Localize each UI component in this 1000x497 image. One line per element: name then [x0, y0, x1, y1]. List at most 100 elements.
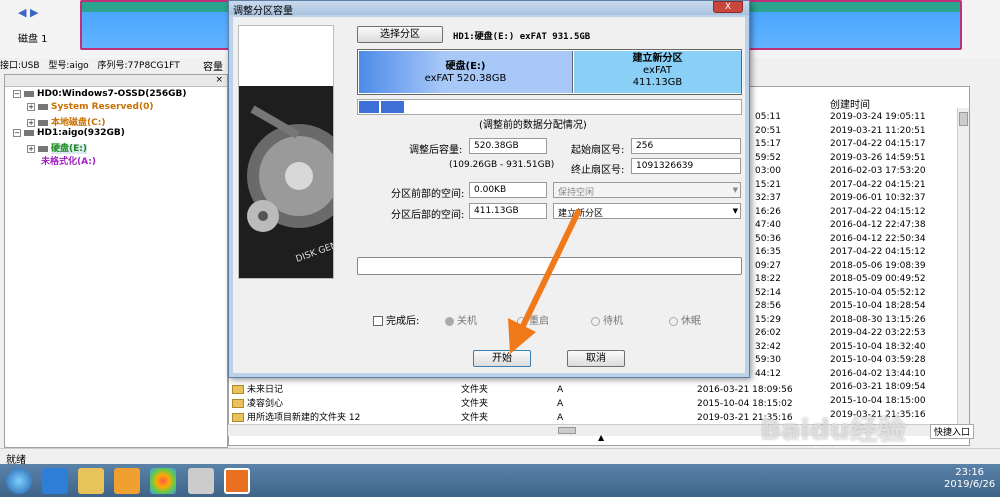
diskgenius-icon[interactable] — [224, 468, 250, 494]
disk-label: 磁盘 1 — [18, 34, 48, 45]
tool-icon[interactable] — [188, 468, 214, 494]
capacity-label: 容量 — [203, 62, 223, 73]
file-ctime: 2016-02-03 17:53:20 — [830, 166, 926, 176]
file-ctime: 2016-04-12 22:47:38 — [830, 220, 926, 230]
partition-layout-bar: 硬盘(E:) exFAT 520.38GB 建立新分区 exFAT 411.13… — [357, 49, 742, 95]
file-ctime: 2019-04-22 03:22:53 — [830, 328, 926, 338]
file-mtime-partial: 16:26 — [755, 206, 781, 217]
list-item[interactable]: 用所选项目新建的文件夹 12 文件夹 A 2019-03-21 21:35:16 — [232, 410, 793, 424]
tree-close-button[interactable]: × — [5, 75, 227, 87]
disk-tree-panel: × − HD0:Windows7-OSSD(256GB) + System Rese… — [4, 74, 228, 448]
expand-icon[interactable]: + — [27, 145, 35, 153]
dialog-title: 调整分区容量 — [229, 1, 749, 17]
dialog-body: DISK GENIUS 选择分区 HD1:硬盘(E:) exFAT 931.5G… — [233, 17, 745, 373]
file-ctime: 2019-03-24 19:05:11 — [830, 112, 926, 122]
radio-shutdown[interactable]: 关机 — [445, 312, 477, 327]
file-mtime-partial: 15:21 — [755, 179, 781, 190]
folder-icon — [232, 385, 244, 394]
file-mtime-partial: 47:40 — [755, 220, 781, 230]
end-sector-field[interactable]: 1091326639 — [631, 158, 741, 174]
file-ctime: 2017-04-22 04:15:12 — [830, 247, 926, 257]
browser-icon[interactable] — [150, 468, 176, 494]
file-mtime-partial: 26:02 — [755, 328, 781, 338]
expand-icon[interactable]: + — [27, 103, 35, 111]
before-caption: (调整前的数据分配情况) — [479, 120, 587, 131]
start-sector-field[interactable]: 256 — [631, 138, 741, 154]
file-mtime-partial: 50:36 — [755, 233, 781, 244]
tree-item-disk-e[interactable]: + 硬盘(E:) — [27, 141, 87, 154]
front-space-select[interactable]: 保持空闲 ▼ — [553, 182, 741, 198]
file-ctime: 2015-10-04 05:52:12 — [830, 287, 926, 298]
size-range: (109.26GB - 931.51GB) — [449, 160, 555, 170]
file-ctime: 2018-08-30 13:15:26 — [830, 314, 926, 325]
file-ctime: 2016-03-21 18:09:54 — [830, 382, 926, 392]
taskbar — [0, 464, 1000, 497]
partition-icon — [38, 145, 48, 152]
collapse-icon[interactable]: − — [13, 90, 21, 98]
data-distribution-bar — [357, 99, 742, 115]
new-partition-block[interactable]: 建立新分区 exFAT 411.13GB — [574, 51, 741, 93]
column-header-ctime[interactable]: 创建时间 — [830, 96, 870, 111]
file-ctime: 2018-05-09 00:49:52 — [830, 274, 926, 284]
file-ctime: 2016-04-02 13:44:10 — [830, 368, 926, 379]
nav-arrows-icon[interactable]: ◀ ▶ — [18, 6, 38, 19]
dropdown-arrow-icon: ▼ — [732, 207, 738, 215]
file-mtime-partial: 18:22 — [755, 274, 781, 284]
tree-item-system-reserved[interactable]: + System Reserved(0) — [27, 102, 153, 112]
file-ctime: 2017-04-22 04:15:17 — [830, 139, 926, 149]
size-after-label: 调整后容量: — [409, 145, 463, 156]
tree-item-unformatted-a[interactable]: 未格式化(A:) — [41, 154, 96, 167]
file-ctime: 2019-03-21 11:20:51 — [830, 125, 926, 136]
quick-entry-button[interactable]: 快捷入口 — [930, 424, 975, 439]
file-ctime: 2018-05-06 19:08:39 — [830, 260, 926, 271]
serial-text: 序列号:77P8CG1FT — [97, 61, 180, 71]
tree-item-hd0[interactable]: − HD0:Windows7-OSSD(256GB) — [13, 89, 187, 99]
file-ctime: 2016-04-12 22:50:34 — [830, 233, 926, 244]
file-mtime-partial: 32:42 — [755, 341, 781, 352]
file-ctime: 2015-10-04 18:28:54 — [830, 301, 926, 311]
collapse-icon[interactable]: − — [13, 129, 21, 137]
file-mtime-partial: 32:37 — [755, 193, 781, 203]
size-after-field[interactable]: 520.38GB — [469, 138, 547, 154]
disk-icon — [24, 90, 34, 97]
file-ctime: 2019-03-26 14:59:51 — [830, 152, 926, 163]
file-mtime-partial: 20:51 — [755, 125, 781, 136]
disk-icon — [24, 129, 34, 136]
dropdown-arrow-icon: ▼ — [732, 186, 738, 194]
tree-item-local-disk-c[interactable]: + 本地磁盘(C:) — [27, 115, 105, 128]
annotation-arrow-icon — [508, 209, 581, 354]
tray-clock[interactable]: 23:16 2019/6/26 — [944, 467, 995, 491]
front-space-field[interactable]: 0.00KB — [469, 182, 547, 198]
resize-partition-dialog: 调整分区容量 X DISK GENIUS 选择分区 HD1:硬盘(E:) exF… — [228, 0, 750, 378]
start-sector-label: 起始扇区号: — [571, 145, 625, 156]
close-button[interactable]: X — [713, 1, 743, 13]
list-item[interactable]: 未来日记 文件夹 A 2016-03-21 18:09:56 — [232, 382, 793, 396]
baidu-watermark: Baidu经验 — [760, 413, 906, 446]
interface-text: 接口:USB — [0, 61, 40, 71]
front-space-label: 分区前部的空间: — [391, 189, 465, 200]
start-button-icon[interactable] — [6, 468, 32, 494]
file-mtime-partial: 15:29 — [755, 314, 781, 325]
file-mtime-partial: 09:27 — [755, 260, 781, 271]
file-ctime: 2015-10-04 18:15:00 — [830, 396, 926, 406]
file-ctime: 2015-10-04 03:59:28 — [830, 355, 926, 365]
file-mtime-partial: 03:00 — [755, 166, 781, 176]
after-done-checkbox[interactable]: 完成后: — [373, 312, 419, 327]
media-player-icon[interactable] — [114, 468, 140, 494]
file-mtime-partial: 28:56 — [755, 301, 781, 311]
partition-e-block[interactable]: 硬盘(E:) exFAT 520.38GB — [359, 51, 573, 93]
rear-space-label: 分区后部的空间: — [391, 210, 465, 221]
tree-item-hd1[interactable]: − HD1:aigo(932GB) — [13, 128, 125, 138]
list-item[interactable]: 凌容剑心 文件夹 A 2015-10-04 18:15:02 — [232, 396, 793, 410]
ie-icon[interactable] — [42, 468, 68, 494]
radio-hibernate[interactable]: 休眠 — [669, 312, 701, 327]
expand-icon[interactable]: + — [27, 119, 35, 127]
select-partition-button[interactable]: 选择分区 — [357, 26, 443, 43]
explorer-icon[interactable] — [78, 468, 104, 494]
partition-icon — [38, 103, 48, 110]
file-mtime-partial: 52:14 — [755, 287, 781, 298]
disk-info-bar: 接口:USB 型号:aigo 序列号:77P8CG1FT — [0, 58, 228, 72]
end-sector-label: 终止扇区号: — [571, 165, 625, 176]
file-mtime-partial: 44:12 — [755, 368, 781, 379]
vertical-scrollbar[interactable] — [957, 108, 969, 438]
